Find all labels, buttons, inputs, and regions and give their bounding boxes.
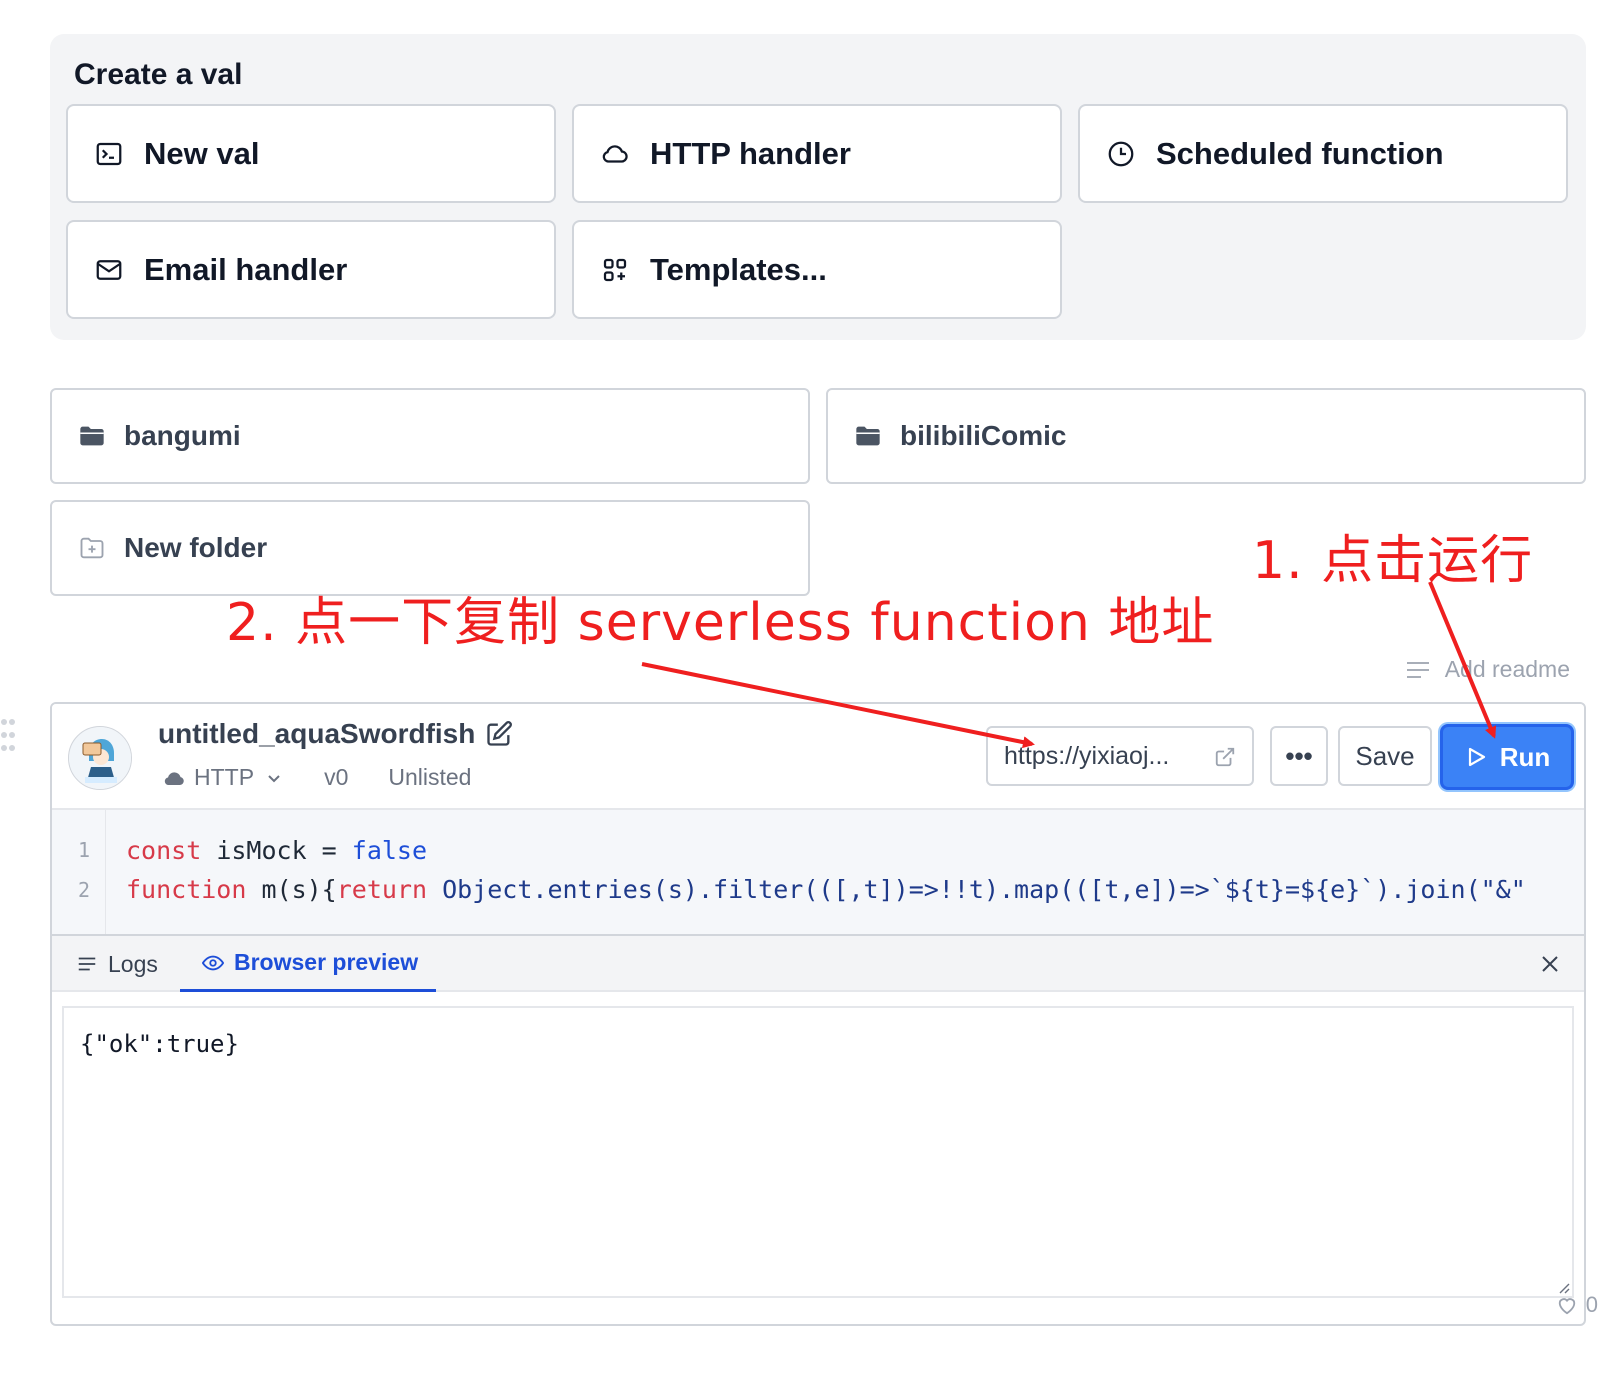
line-number: 1 [78,838,91,862]
folder-icon [80,426,104,446]
folder-bilibilicomic[interactable]: bilibiliComic [826,388,1586,484]
val-meta: HTTP v0 Unlisted [162,764,471,791]
code-token: const [126,836,202,865]
val-type-label: HTTP [194,764,255,790]
run-button[interactable]: Run [1440,724,1574,790]
val-type-select[interactable]: HTTP [162,764,282,791]
email-handler-button[interactable]: Email handler [66,220,556,319]
val-name-text: untitled_aquaSwordfish [158,718,476,749]
code-line-1: const isMock = false [126,836,427,865]
terminal-icon [96,142,122,165]
tab-logs-label: Logs [108,950,158,977]
cloud-filled-icon [164,771,184,785]
code-token: false [351,836,428,865]
code-token: m(s){ [246,875,337,904]
browser-preview-pane[interactable]: {"ok":true} [62,1006,1574,1298]
folder-plus-icon [80,537,104,559]
val-card: untitled_aquaSwordfish HTTP v0 Unlisted … [50,702,1586,1326]
val-name[interactable]: untitled_aquaSwordfish [158,718,513,750]
clock-icon [1108,141,1134,166]
endpoint-url-button[interactable]: https://yixiaoj... [986,726,1254,786]
save-button[interactable]: Save [1338,726,1432,786]
code-token: function [126,875,247,904]
annotation-step2: 2. 点一下复制 serverless function 地址 [226,593,1215,653]
like-button[interactable]: 0 [1556,1292,1598,1318]
scheduled-function-label: Scheduled function [1156,135,1444,171]
http-handler-button[interactable]: HTTP handler [572,104,1062,203]
code-editor[interactable]: 1 2 const isMock = false function m(s){r… [52,810,1584,936]
code-token: isMock = [201,836,352,865]
like-count: 0 [1585,1292,1598,1317]
endpoint-url-text: https://yixiaoj... [1004,741,1170,770]
val-version[interactable]: v0 [324,764,348,791]
new-val-button[interactable]: New val [66,104,556,203]
list-icon [78,957,96,971]
tab-logs[interactable]: Logs [76,936,158,992]
http-handler-label: HTTP handler [650,135,851,171]
add-readme-button[interactable]: Add readme [1405,656,1570,683]
scheduled-function-button[interactable]: Scheduled function [1078,104,1568,203]
create-val-title: Create a val [74,58,243,91]
chevron-down-icon [268,774,280,782]
preview-output: {"ok":true} [80,1030,239,1058]
tab-preview-label: Browser preview [234,949,419,975]
add-readme-label: Add readme [1444,656,1570,682]
folder-bangumi[interactable]: bangumi [50,388,810,484]
heart-icon [1558,1298,1575,1315]
code-line-2: function m(s){return Object.entries(s).f… [126,875,1526,904]
templates-label: Templates... [650,251,827,287]
external-link-icon [1215,747,1235,767]
edit-icon[interactable] [485,720,513,748]
cloud-icon [602,144,628,163]
text-lines-icon [1406,661,1429,678]
email-handler-label: Email handler [144,251,348,287]
annotation-step1: 1. 点击运行 [1252,531,1534,591]
folder-label: bilibiliComic [900,420,1067,451]
folder-label: bangumi [124,420,241,451]
drag-handle-icon[interactable] [0,718,16,752]
play-icon [1468,747,1485,767]
val-privacy[interactable]: Unlisted [388,764,471,791]
editor-gutter: 1 2 [52,810,106,934]
eye-icon [202,955,224,970]
code-token: Object.entries(s).filter(([,t])=>!!t).ma… [427,875,1526,904]
output-tabs: Logs Browser preview [52,936,1584,992]
run-label: Run [1499,741,1551,772]
more-options-button[interactable]: ••• [1270,726,1328,786]
tab-browser-preview[interactable]: Browser preview [180,936,436,992]
create-val-panel: Create a val New val HTTP handler Schedu… [50,34,1586,340]
templates-icon [603,258,627,281]
folder-icon [856,426,880,446]
code-token: return [336,875,428,904]
templates-button[interactable]: Templates... [572,220,1062,319]
new-folder-label: New folder [124,532,268,563]
avatar[interactable] [68,726,132,790]
line-number: 2 [78,878,91,902]
avatar-illustration [69,727,131,789]
mail-icon [96,259,122,280]
new-val-label: New val [144,135,260,171]
close-icon[interactable] [1538,952,1562,976]
val-header: untitled_aquaSwordfish HTTP v0 Unlisted … [52,704,1584,810]
